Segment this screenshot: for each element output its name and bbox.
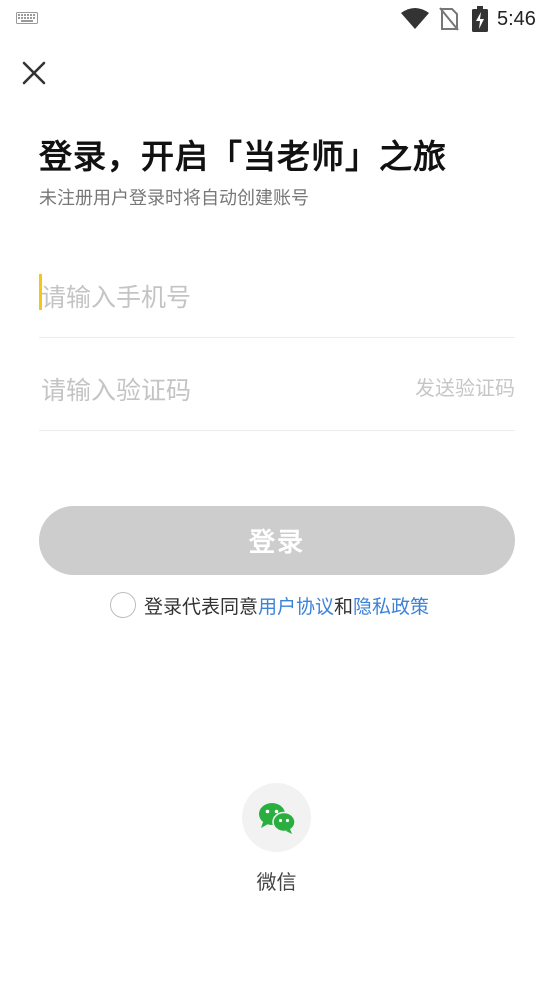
keyboard-icon bbox=[16, 12, 38, 24]
page-title: 登录，开启「当老师」之旅 bbox=[39, 137, 447, 176]
close-button[interactable] bbox=[16, 55, 52, 91]
wechat-login-button[interactable] bbox=[242, 783, 311, 852]
user-agreement-link[interactable]: 用户协议 bbox=[258, 592, 334, 619]
send-code-button[interactable]: 发送验证码 bbox=[415, 372, 515, 401]
text-cursor bbox=[39, 274, 42, 310]
phone-field bbox=[39, 258, 515, 338]
phone-input[interactable] bbox=[39, 258, 515, 337]
agreement-prefix: 登录代表同意 bbox=[144, 595, 259, 618]
agreement-row: 登录代表同意 用户协议 和 隐私政策 bbox=[110, 590, 429, 620]
code-field: 发送验证码 bbox=[39, 351, 515, 431]
close-icon bbox=[22, 61, 46, 85]
wechat-icon bbox=[258, 802, 296, 834]
status-bar: 5:46 bbox=[0, 0, 553, 38]
no-sim-icon bbox=[439, 7, 459, 31]
login-button[interactable]: 登录 bbox=[39, 506, 515, 575]
wifi-icon bbox=[401, 8, 429, 29]
status-time: 5:46 bbox=[497, 8, 536, 30]
login-screen: 5:46 登录，开启「当老师」之旅 未注册用户登录时将自动创建账号 发送验证码 … bbox=[0, 0, 553, 983]
page-subtitle: 未注册用户登录时将自动创建账号 bbox=[39, 188, 309, 209]
verification-code-input[interactable] bbox=[39, 351, 379, 430]
battery-charging-icon bbox=[472, 6, 488, 32]
agreement-checkbox[interactable] bbox=[110, 592, 136, 618]
wechat-label: 微信 bbox=[256, 870, 297, 894]
privacy-policy-link[interactable]: 隐私政策 bbox=[353, 592, 429, 619]
agreement-and: 和 bbox=[334, 595, 354, 618]
